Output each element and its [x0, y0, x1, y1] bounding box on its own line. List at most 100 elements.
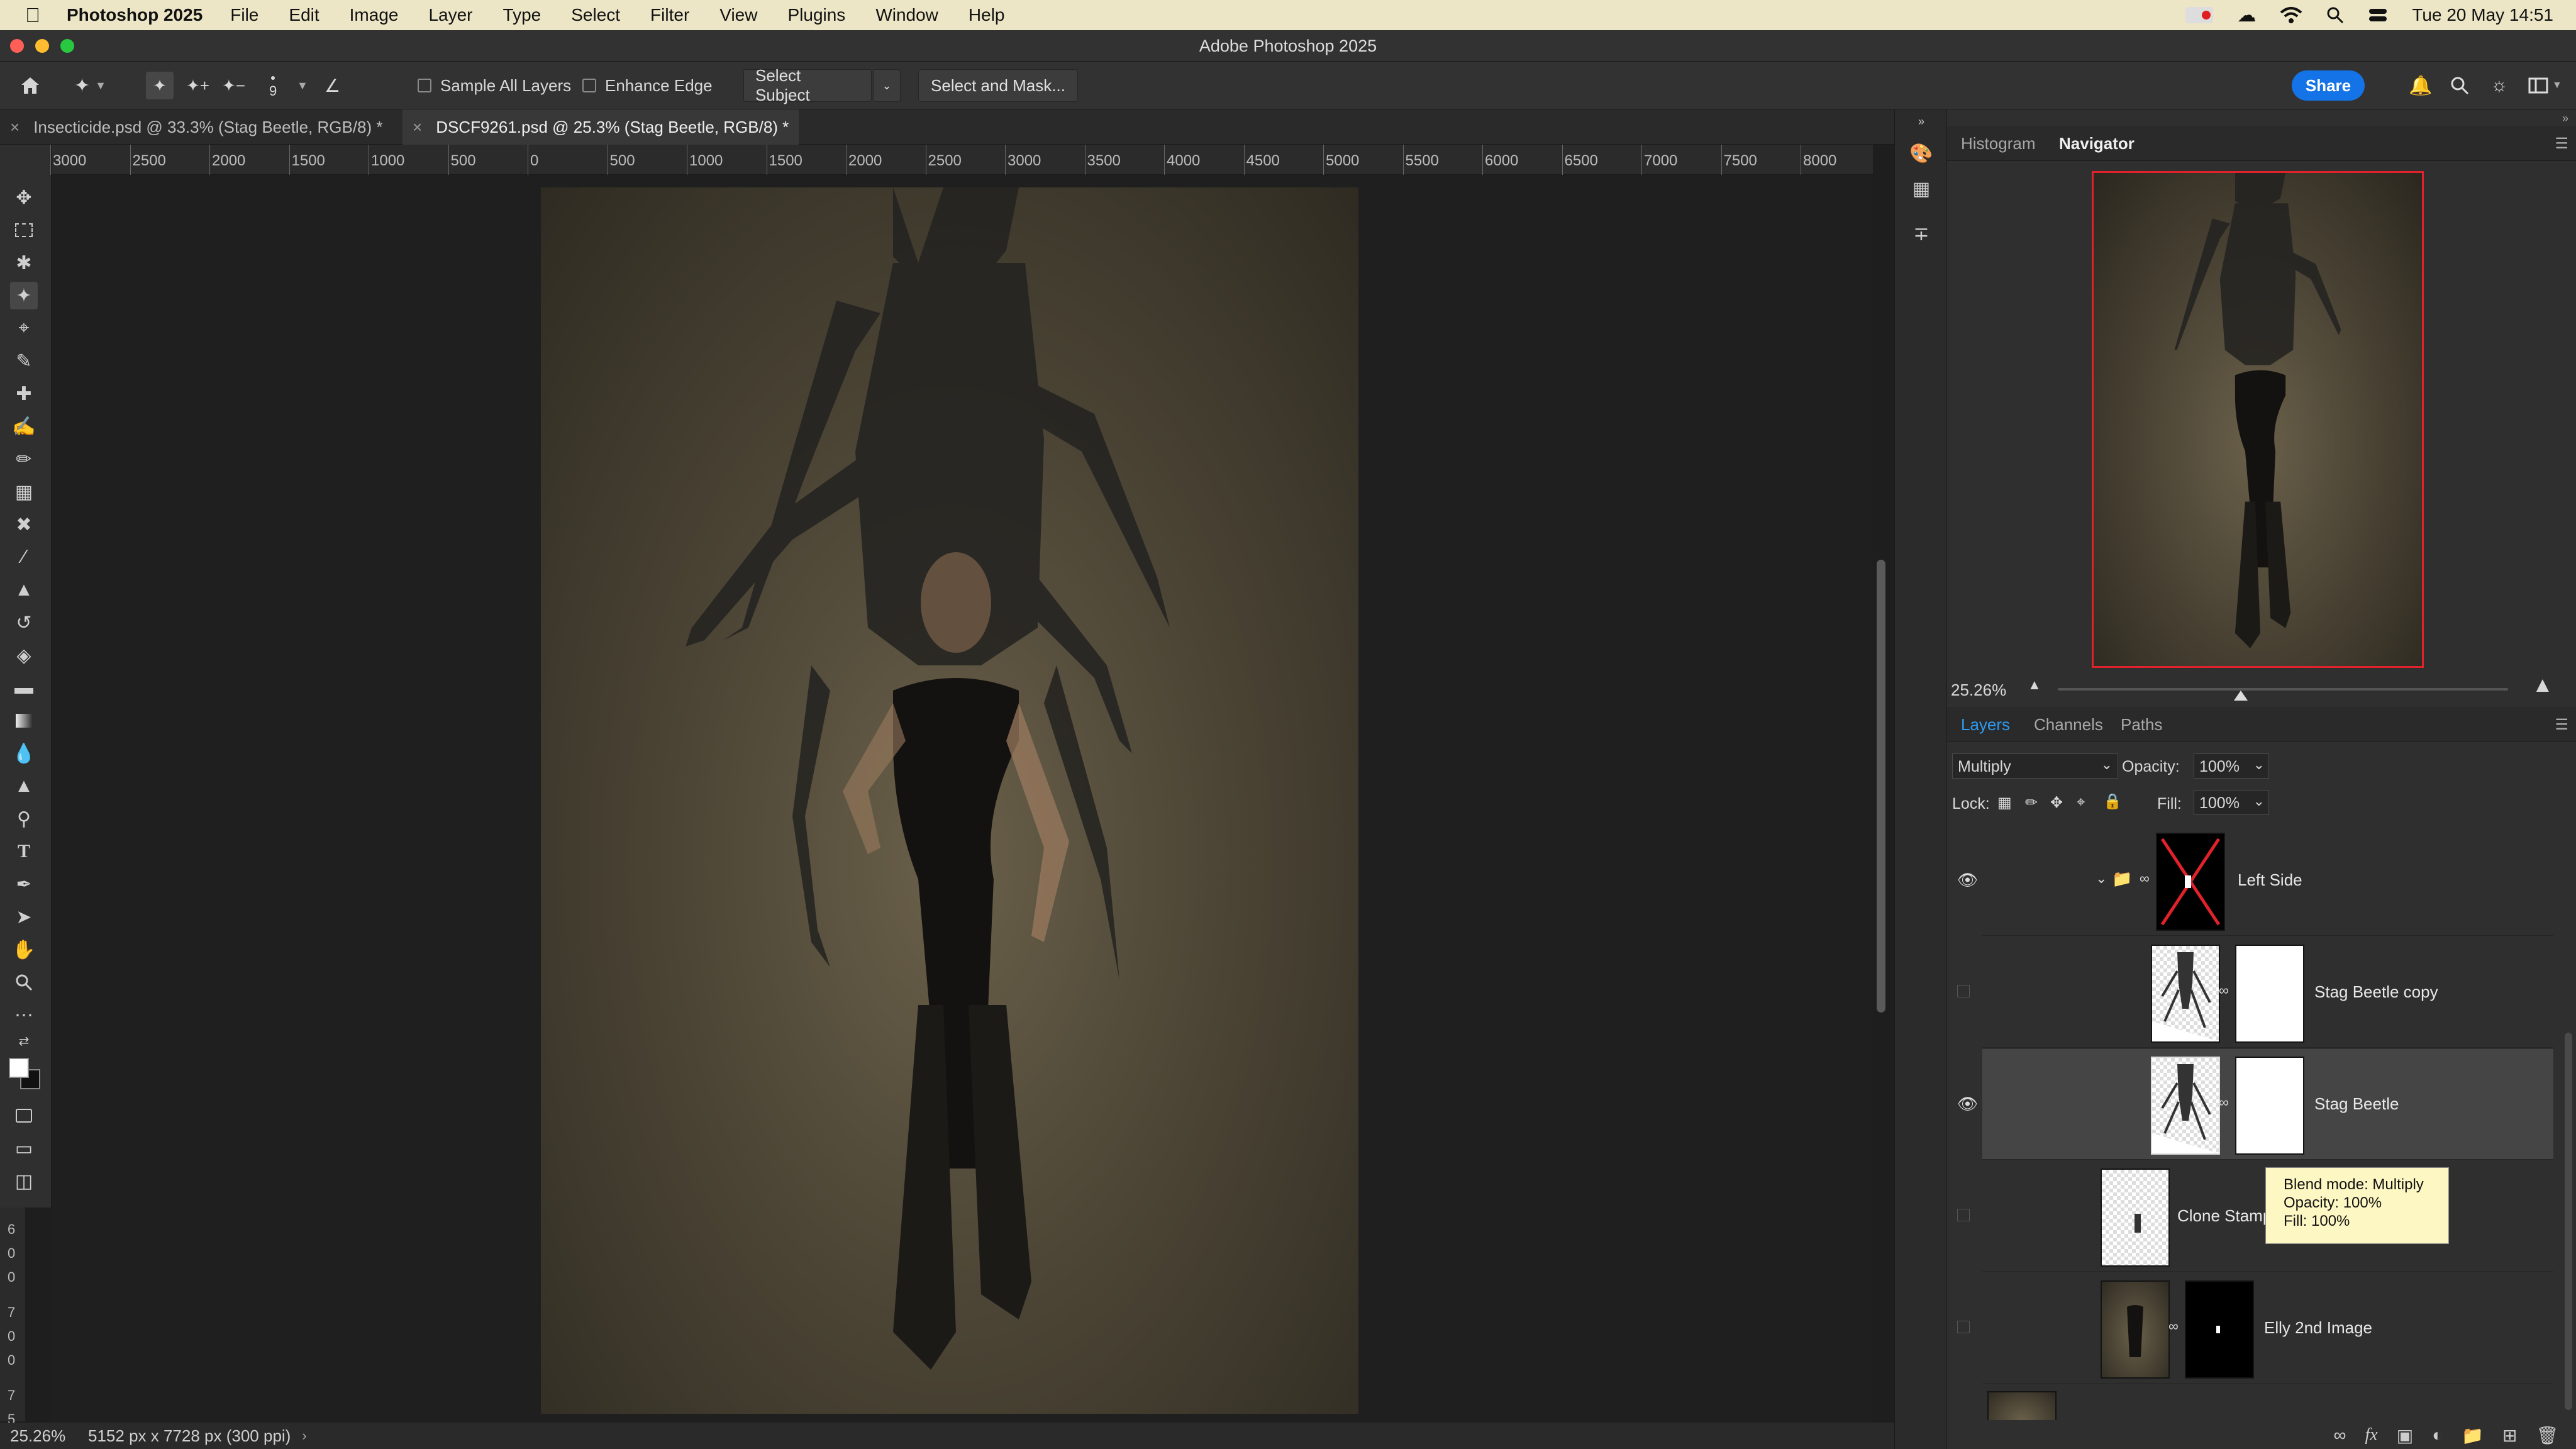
menu-plugins[interactable]: Plugins: [787, 5, 845, 25]
tab-histogram[interactable]: Histogram: [1951, 126, 2045, 161]
document-image[interactable]: [541, 187, 1358, 1414]
lock-transparent-icon[interactable]: ▦: [1997, 794, 2012, 812]
opacity-input[interactable]: 100% ⌄: [2194, 753, 2269, 779]
navigator-zoom-value[interactable]: 25.26%: [1951, 680, 2006, 700]
fill-input[interactable]: 100% ⌄: [2194, 790, 2269, 815]
menu-help[interactable]: Help: [969, 5, 1005, 25]
quick-selection-tool-icon[interactable]: ✦: [10, 282, 38, 309]
group-mask-thumbnail[interactable]: [2156, 833, 2225, 931]
vertical-scrollbar[interactable]: [1877, 560, 1885, 1013]
menu-window[interactable]: Window: [875, 5, 938, 25]
visibility-eye-icon[interactable]: 👁: [1957, 1094, 1978, 1113]
pen-tool-icon[interactable]: ✒: [10, 870, 38, 898]
zoom-slider-track[interactable]: [2058, 688, 2508, 691]
layer-thumbnail[interactable]: [2101, 1169, 2170, 1267]
tab-dscf9261[interactable]: × DSCF9261.psd @ 25.3% (Stag Beetle, RGB…: [402, 109, 799, 145]
visibility-eye-hidden-icon[interactable]: [1957, 985, 1970, 997]
control-center-icon[interactable]: [2368, 6, 2388, 24]
layer-row-stag-beetle-copy[interactable]: ∞ Stag Beetle copy: [1957, 937, 2553, 1048]
adjustments-sliders-icon[interactable]: ∓: [1907, 220, 1935, 248]
eyedropper-tool-icon[interactable]: ✎: [10, 347, 38, 375]
creative-cloud-icon[interactable]: ☁: [2237, 4, 2256, 26]
layer-thumbnail[interactable]: [2151, 1057, 2220, 1155]
brush-tool-icon[interactable]: ✏: [10, 445, 38, 473]
search-icon[interactable]: [2326, 6, 2344, 24]
pattern-stamp-tool-icon[interactable]: ▦: [10, 478, 38, 506]
new-layer-icon[interactable]: ⊞: [2502, 1425, 2517, 1446]
layer-mask-thumbnail[interactable]: [2185, 1280, 2254, 1379]
workspace-switcher-icon[interactable]: ▼: [2528, 70, 2562, 101]
swatches-grid-icon[interactable]: ▦: [1907, 175, 1935, 203]
home-icon[interactable]: [19, 70, 42, 101]
layer-mask-thumbnail[interactable]: [2235, 945, 2304, 1043]
swap-colors-icon[interactable]: ⇄: [10, 1031, 38, 1050]
edit-toolbar-icon[interactable]: ◫: [10, 1167, 38, 1195]
share-button[interactable]: Share: [2292, 70, 2365, 101]
healing-brush-tool-icon[interactable]: ✍: [10, 413, 38, 440]
subtract-from-selection-icon[interactable]: ✦−: [222, 76, 245, 96]
layer-row-left-side[interactable]: 👁 ⌄ 📁 ∞ Left Side: [1957, 825, 2553, 936]
object-selection-tool-icon[interactable]: ✱: [10, 249, 38, 277]
menu-view[interactable]: View: [719, 5, 757, 25]
layer-thumbnail[interactable]: [2101, 1280, 2170, 1379]
menubar-clock[interactable]: Tue 20 May 14:51: [2412, 5, 2553, 25]
add-to-selection-icon[interactable]: ✦+: [186, 76, 209, 96]
eraser-tool-icon[interactable]: ▬: [10, 674, 38, 702]
new-selection-icon[interactable]: ✦: [146, 72, 174, 99]
clone-stamp-tool-icon[interactable]: ▲: [10, 576, 38, 604]
notifications-bell-icon[interactable]: 🔔: [2409, 70, 2432, 101]
search-icon[interactable]: [2450, 70, 2469, 101]
visibility-eye-hidden-icon[interactable]: [1957, 1209, 1970, 1221]
brush-size-chevron-icon[interactable]: ▼: [297, 70, 308, 101]
discover-lightbulb-icon[interactable]: ☼: [2490, 70, 2508, 101]
dodge-tool-icon[interactable]: ⚲: [10, 805, 38, 833]
trash-icon[interactable]: 🗑: [2536, 1425, 2558, 1446]
select-and-mask-button[interactable]: Select and Mask...: [918, 69, 1078, 102]
quick-mask-icon[interactable]: [10, 1102, 38, 1130]
paint-brush-tool-icon[interactable]: ∕: [10, 543, 38, 571]
tab-paths[interactable]: Paths: [2111, 707, 2173, 742]
menu-select[interactable]: Select: [571, 5, 620, 25]
crop-tool-icon[interactable]: ⌖: [10, 314, 38, 342]
layers-scrollbar[interactable]: [2565, 1033, 2572, 1410]
panel-menu-icon[interactable]: ☰: [2555, 716, 2568, 734]
add-mask-icon[interactable]: ▣: [2397, 1425, 2413, 1446]
tool-preset-picker[interactable]: ✦ ▼: [74, 70, 106, 101]
link-chain-icon[interactable]: ∞: [2219, 1094, 2229, 1111]
fx-icon[interactable]: fx: [2365, 1425, 2378, 1445]
recording-icon[interactable]: [2185, 7, 2214, 23]
link-chain-icon[interactable]: ∞: [2168, 1318, 2179, 1335]
blend-mode-select[interactable]: Multiply ⌄: [1952, 753, 2118, 779]
layer-mask-thumbnail[interactable]: [2235, 1057, 2304, 1155]
navigator-thumbnail[interactable]: [2092, 171, 2424, 668]
layer-row-stag-beetle[interactable]: 👁 ∞ Stag Beetle: [1957, 1049, 2553, 1160]
gradient-tool-icon[interactable]: [10, 707, 38, 735]
tab-insecticide[interactable]: × Insecticide.psd @ 33.3% (Stag Beetle, …: [0, 109, 400, 145]
brush-size-picker[interactable]: ● 9: [269, 70, 277, 101]
history-brush-tool-icon[interactable]: ↺: [10, 609, 38, 636]
lock-image-pixels-icon[interactable]: ✏: [2025, 794, 2038, 812]
screen-mode-icon[interactable]: ▭: [10, 1135, 38, 1162]
sharpen-tool-icon[interactable]: ▲: [10, 772, 38, 800]
type-tool-icon[interactable]: T: [10, 838, 38, 865]
menu-layer[interactable]: Layer: [428, 5, 472, 25]
menu-filter[interactable]: Filter: [650, 5, 689, 25]
tab-layers[interactable]: Layers: [1951, 707, 2020, 742]
collapse-panels-icon[interactable]: »: [1907, 112, 1935, 131]
select-subject-button[interactable]: Select Subject: [743, 66, 872, 104]
visibility-eye-icon[interactable]: 👁: [1957, 870, 1978, 889]
adjustment-layer-icon[interactable]: ◐: [2432, 1425, 2443, 1445]
tab-navigator[interactable]: Navigator: [2049, 126, 2145, 161]
zoom-slider-thumb[interactable]: [2234, 691, 2248, 701]
layer-name[interactable]: Left Side: [2238, 870, 2302, 890]
menu-type[interactable]: Type: [503, 5, 541, 25]
more-tools-icon[interactable]: ⋯: [10, 1001, 38, 1029]
tab-channels[interactable]: Channels: [2024, 707, 2113, 742]
spot-healing-tool-icon[interactable]: ✚: [10, 380, 38, 408]
select-subject-dropdown[interactable]: ⌄: [873, 69, 901, 102]
menu-file[interactable]: File: [230, 5, 258, 25]
link-layers-icon[interactable]: ∞: [2334, 1425, 2346, 1445]
zoom-in-icon[interactable]: ▲: [2532, 673, 2553, 697]
foreground-color-swatch[interactable]: [9, 1058, 29, 1078]
collapse-dock-icon[interactable]: »: [2562, 112, 2568, 125]
